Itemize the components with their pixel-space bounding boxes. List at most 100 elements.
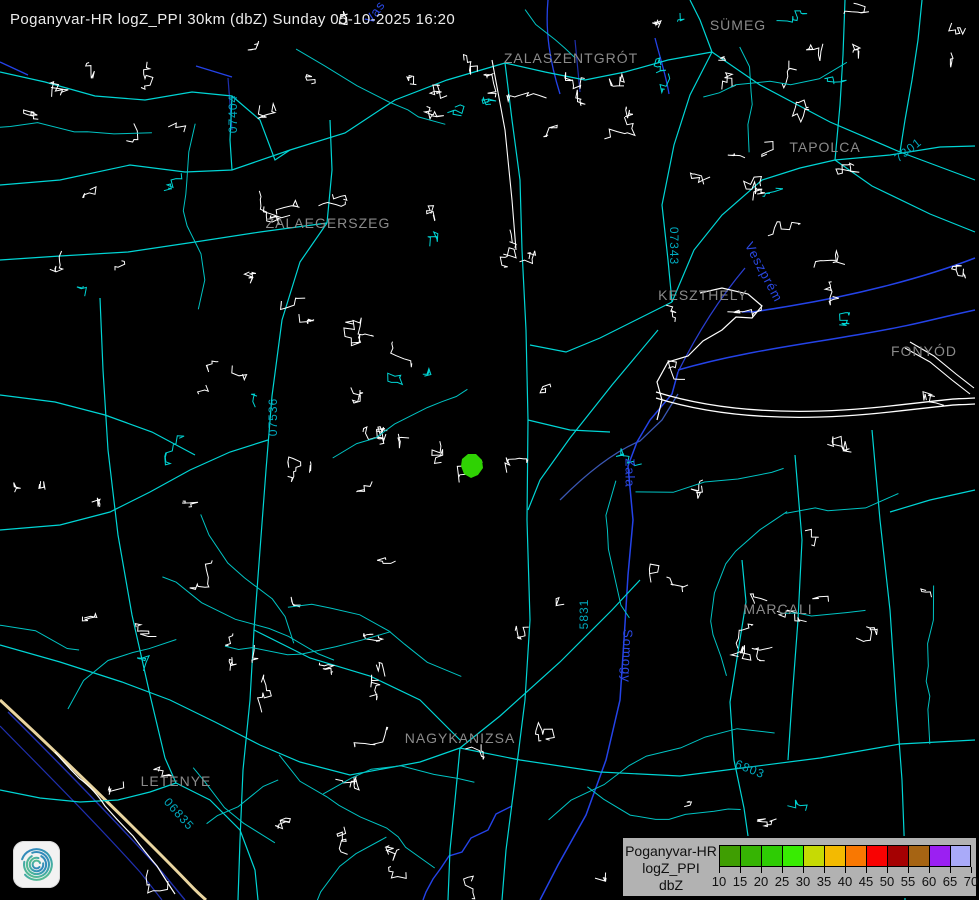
settlement-outline bbox=[389, 867, 407, 879]
settlement-outline bbox=[398, 434, 409, 448]
settlement-outline bbox=[225, 633, 233, 645]
settlement-outline bbox=[39, 481, 45, 490]
settlement-outline bbox=[565, 72, 585, 89]
river-line bbox=[547, 0, 560, 94]
settlement-outline bbox=[949, 23, 966, 34]
legend-radar-name: Poganyvar-HR bbox=[623, 843, 719, 860]
settlement-outline bbox=[109, 782, 124, 795]
settlement-outline bbox=[141, 62, 153, 89]
road-line bbox=[0, 395, 195, 455]
dbz-tick-label: 35 bbox=[817, 874, 831, 889]
settlement-outline bbox=[853, 44, 860, 58]
road-line bbox=[690, 0, 712, 52]
settlement-outline bbox=[244, 272, 256, 283]
settlement-outline bbox=[258, 675, 272, 713]
settlement-outline bbox=[190, 560, 213, 589]
dbz-color-cell bbox=[824, 845, 845, 867]
road-line bbox=[460, 580, 640, 748]
settlement-outline bbox=[609, 74, 624, 86]
settlement-outline bbox=[126, 123, 137, 142]
settlement-outline bbox=[82, 614, 96, 621]
minor-road-line bbox=[711, 512, 787, 676]
settlement-outline bbox=[604, 117, 635, 139]
settlement-outline bbox=[115, 261, 125, 271]
dbz-tick-label: 45 bbox=[859, 874, 873, 889]
settlement-outline bbox=[763, 188, 783, 196]
road-line bbox=[505, 52, 712, 80]
settlement-outline bbox=[654, 58, 666, 73]
road-line bbox=[0, 223, 327, 260]
road-line bbox=[788, 455, 802, 760]
lake-boundary bbox=[678, 310, 975, 370]
settlement-outline bbox=[430, 85, 447, 98]
settlement-outline bbox=[377, 558, 396, 564]
minor-road-line bbox=[786, 494, 899, 514]
settlement-outline bbox=[652, 20, 661, 28]
dbz-tick-label: 25 bbox=[775, 874, 789, 889]
road-line bbox=[662, 52, 712, 302]
settlement-outline bbox=[923, 392, 944, 406]
road-line bbox=[528, 420, 610, 432]
settlement-outline bbox=[722, 73, 736, 90]
minor-road-line bbox=[333, 389, 468, 458]
settlement-outline bbox=[814, 251, 845, 268]
settlement-outline bbox=[484, 73, 496, 97]
settlement-outline bbox=[540, 384, 551, 393]
settlement-outline bbox=[206, 361, 218, 372]
settlement-outline bbox=[276, 200, 299, 214]
settlement-outline bbox=[376, 663, 385, 677]
road-line bbox=[835, 160, 975, 232]
settlement-outline bbox=[182, 501, 198, 507]
road-line bbox=[835, 0, 845, 160]
road-line bbox=[448, 748, 460, 900]
settlement-outline bbox=[576, 90, 586, 106]
minor-road-line bbox=[587, 787, 740, 820]
settlement-outline bbox=[388, 373, 403, 384]
dbz-tick-label: 20 bbox=[754, 874, 768, 889]
settlement-outline bbox=[536, 723, 555, 741]
dbz-tick bbox=[761, 867, 762, 873]
settlement-outline bbox=[310, 462, 311, 473]
settlement-outline bbox=[24, 110, 39, 119]
settlement-outline bbox=[950, 53, 953, 68]
dbz-colorbar bbox=[719, 845, 971, 867]
settlement-outline bbox=[649, 564, 659, 582]
settlement-outline bbox=[83, 187, 96, 198]
dbz-color-cell bbox=[950, 845, 971, 867]
settlement-outline bbox=[275, 818, 290, 829]
settlement-outline bbox=[281, 298, 306, 309]
settlement-outline bbox=[77, 286, 87, 296]
settlement-outline bbox=[164, 173, 182, 191]
dbz-tick bbox=[845, 867, 846, 873]
settlement-outline bbox=[391, 342, 412, 368]
dbz-color-cell bbox=[908, 845, 929, 867]
legend-product: logZ_PPI bbox=[623, 860, 719, 877]
minor-road-line bbox=[703, 62, 847, 97]
dbz-tick bbox=[719, 867, 720, 873]
settlement-outline bbox=[447, 105, 464, 116]
dbz-tick bbox=[908, 867, 909, 873]
settlement-outline bbox=[856, 627, 877, 642]
settlement-outline bbox=[14, 483, 21, 493]
road-line bbox=[254, 630, 460, 740]
settlement-outline bbox=[812, 596, 828, 601]
settlement-outline bbox=[425, 106, 444, 119]
minor-road-line bbox=[549, 729, 775, 820]
settlement-outline bbox=[507, 93, 547, 102]
road-line bbox=[0, 72, 290, 160]
settlement-outline bbox=[168, 123, 185, 132]
settlement-outline bbox=[691, 173, 711, 184]
legend-text-block: Poganyvar-HR logZ_PPI dbZ bbox=[623, 843, 719, 894]
settlement-outline bbox=[432, 441, 443, 463]
settlement-outline bbox=[825, 282, 839, 305]
shore-road bbox=[656, 398, 975, 417]
settlement-outline bbox=[288, 457, 301, 482]
settlement-outline bbox=[50, 251, 63, 272]
settlement-outline bbox=[805, 529, 819, 545]
shore-road bbox=[905, 348, 970, 394]
settlement-outline bbox=[464, 876, 475, 899]
settlement-outline bbox=[351, 387, 363, 403]
dbz-tick-label: 30 bbox=[796, 874, 810, 889]
minor-road-line bbox=[193, 768, 275, 843]
settlement-outline bbox=[752, 647, 773, 661]
